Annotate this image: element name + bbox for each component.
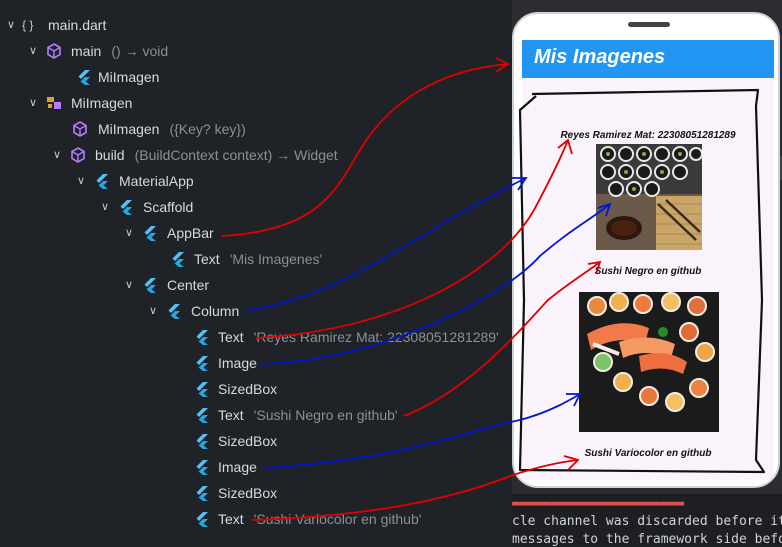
flutter-widget-icon: [196, 486, 208, 501]
flutter-widget-icon: [196, 434, 208, 449]
text-student-name: Reyes Ramirez Mat: 22308051281289: [560, 130, 736, 141]
outline-label: main() → void: [71, 43, 169, 59]
chevron-down-icon[interactable]: ∨: [26, 38, 40, 64]
flutter-widget-icon: [168, 304, 180, 319]
outline-label: Text 'Sushi Variocolor en github': [218, 511, 422, 527]
flutter-widget-icon: [196, 512, 208, 527]
outline-label: AppBar: [167, 225, 214, 241]
flutter-widget-icon: [172, 252, 184, 267]
outline-label: SizedBox: [218, 433, 278, 449]
flutter-widget-icon: [144, 278, 156, 293]
chevron-down-icon[interactable]: ∨: [4, 12, 18, 38]
outline-label: Column: [191, 303, 240, 319]
app-bar: Mis Imagenes: [522, 40, 774, 78]
console-output: ▬▬▬▬▬▬▬▬▬▬▬▬▬▬▬▬▬▬▬▬▬▬ cle channel was d…: [512, 494, 782, 547]
chevron-down-icon[interactable]: ∨: [98, 194, 112, 220]
console-line: messages to the framework side before: [512, 532, 782, 547]
chevron-down-icon[interactable]: ∨: [50, 142, 64, 168]
flutter-widget-icon: [78, 70, 90, 85]
function-cube-icon: [47, 43, 61, 59]
outline-label: MaterialApp: [119, 173, 194, 189]
flutter-widget-icon: [196, 356, 208, 371]
outline-label: Image: [218, 355, 257, 371]
console-line: cle channel was discarded before it: [512, 514, 782, 529]
outline-label: Text 'Reyes Ramirez Mat: 22308051281289': [218, 329, 499, 345]
outline-label: build (BuildContext context) → Widget: [95, 147, 338, 163]
sushi-negro-image: [596, 144, 702, 250]
outline-label: Text 'Sushi Negro en github': [218, 407, 398, 423]
chevron-down-icon[interactable]: ∨: [122, 272, 136, 298]
outline-label: MiImagen: [71, 95, 133, 111]
flutter-widget-icon: [96, 174, 108, 189]
phone-speaker: [628, 22, 670, 27]
outline-label: MiImagen ({Key? key}): [98, 121, 246, 137]
flutter-widget-icon: [196, 460, 208, 475]
console-error-line: ▬▬▬▬▬▬▬▬▬▬▬▬▬▬▬▬▬▬▬▬▬▬: [512, 496, 685, 511]
phone-emulator: Mis Imagenes Reyes Ramirez Mat: 22308051…: [512, 12, 780, 488]
text-sushi-variocolor: Sushi Variocolor en github: [584, 448, 712, 459]
function-cube-icon: [73, 121, 87, 137]
class-icon: [47, 97, 61, 109]
sushi-variocolor-image: [579, 292, 719, 432]
app-bar-title: Mis Imagenes: [534, 46, 666, 68]
outline-label: SizedBox: [218, 485, 278, 501]
flutter-widget-icon: [196, 330, 208, 345]
outline-label: Scaffold: [143, 199, 194, 215]
chevron-down-icon[interactable]: ∨: [122, 220, 136, 246]
outline-label: main.dart: [48, 17, 107, 33]
flutter-widget-icon: [196, 408, 208, 423]
chevron-down-icon[interactable]: ∨: [74, 168, 88, 194]
outline-label: Text 'Mis Imagenes': [194, 251, 323, 267]
chevron-down-icon[interactable]: ∨: [146, 298, 160, 324]
outline-label: SizedBox: [218, 381, 278, 397]
function-cube-icon: [71, 147, 85, 163]
flutter-widget-icon: [144, 226, 156, 241]
outline-label: Center: [167, 277, 210, 293]
outline-label: Image: [218, 459, 257, 475]
text-sushi-negro: Sushi Negro en github: [594, 266, 702, 277]
outline-panel: ∨ { } main.dart ∨ main() → void MiImagen…: [0, 0, 512, 546]
flutter-widget-icon: [196, 382, 208, 397]
chevron-down-icon[interactable]: ∨: [26, 90, 40, 116]
braces-icon: { }: [22, 18, 34, 32]
outline-label: MiImagen: [98, 69, 160, 85]
flutter-widget-icon: [120, 200, 132, 215]
app-body: Reyes Ramirez Mat: 22308051281289 Sushi …: [522, 78, 774, 480]
